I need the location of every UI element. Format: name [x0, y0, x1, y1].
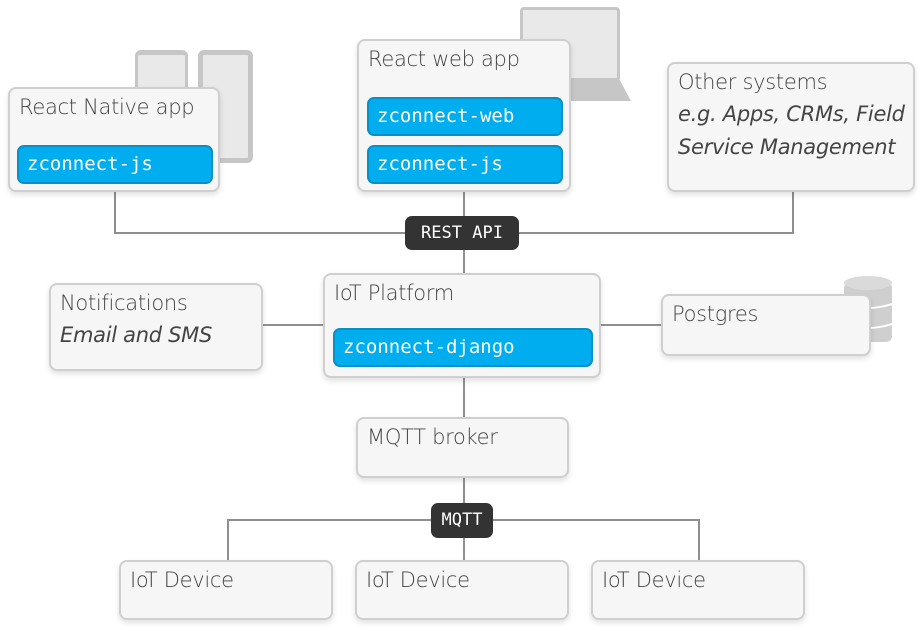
box-title: MQTT broker — [367, 425, 498, 449]
connector — [601, 324, 661, 326]
zconnect-django-tag: zconnect-django — [333, 328, 593, 367]
notifications-box: Notifications Email and SMS — [49, 283, 263, 371]
iot-device-box: IoT Device — [355, 560, 569, 620]
zconnect-js-tag: zconnect-js — [367, 145, 563, 184]
iot-device-box: IoT Device — [119, 560, 333, 620]
box-title: IoT Device — [602, 568, 706, 592]
postgres-box: Postgres — [661, 294, 871, 356]
mqtt-broker-box: MQTT broker — [356, 417, 569, 478]
box-title: Other systems — [678, 70, 828, 94]
box-title: Notifications — [60, 291, 188, 315]
zconnect-web-tag: zconnect-web — [367, 97, 563, 136]
zconnect-js-tag: zconnect-js — [17, 145, 213, 184]
iot-platform-box: IoT Platform zconnect-django — [323, 273, 601, 378]
connector — [227, 519, 229, 561]
box-title: React web app — [368, 47, 520, 71]
connector — [114, 192, 116, 234]
react-web-app-box: React web app zconnect-web zconnect-js — [357, 39, 571, 192]
box-subtitle: Email and SMS — [60, 323, 213, 347]
connector — [463, 378, 465, 418]
rest-api-badge: REST API — [405, 216, 519, 250]
box-title: IoT Device — [130, 568, 234, 592]
other-systems-box: Other systems e.g. Apps, CRMs, Field Ser… — [667, 62, 915, 192]
box-subtitle: Service Management — [678, 135, 896, 159]
connector — [698, 519, 700, 561]
box-title: IoT Device — [366, 568, 470, 592]
box-title: IoT Platform — [334, 281, 454, 305]
box-title: Postgres — [672, 302, 759, 326]
connector — [792, 192, 794, 234]
box-subtitle: e.g. Apps, CRMs, Field — [678, 102, 905, 126]
iot-device-box: IoT Device — [591, 560, 805, 620]
box-title: React Native app — [19, 95, 195, 119]
mqtt-badge: MQTT — [431, 503, 493, 538]
connector — [263, 324, 323, 326]
react-native-app-box: React Native app zconnect-js — [8, 87, 220, 192]
